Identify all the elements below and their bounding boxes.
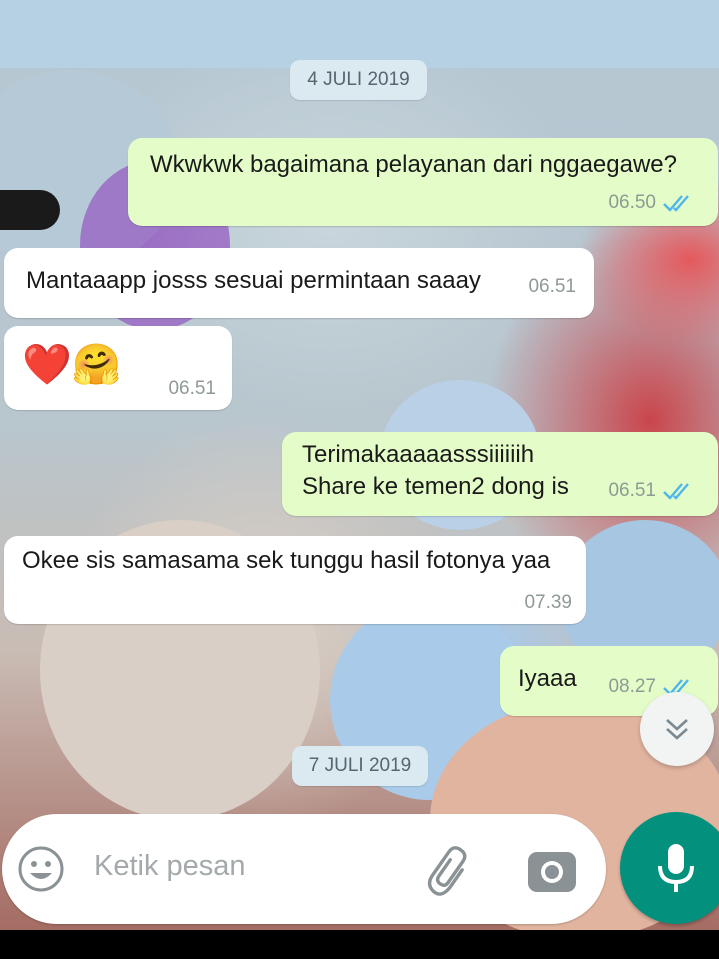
message-bubble-incoming[interactable]: Mantaaapp josss sesuai permintaan saaay … (4, 248, 594, 318)
chat-screen: 4 JULI 2019 Wkwkwk bagaimana pelayanan d… (0, 0, 719, 930)
message-bubble-outgoing[interactable]: Terimakaaaaasssiiiiiih Share ke temen2 d… (282, 432, 718, 516)
emoji-icon[interactable] (16, 844, 66, 894)
message-text: Wkwkwk bagaimana pelayanan dari nggaegaw… (150, 151, 677, 178)
message-time: 06.50 (608, 192, 656, 213)
date-chip: 7 JULI 2019 (292, 746, 428, 786)
message-line: Terimakaaaaasssiiiiiih (302, 441, 535, 468)
message-line: Share ke temen2 dong is (302, 473, 569, 500)
double-chevron-down-icon (666, 719, 688, 740)
message-meta: 06.50 (608, 192, 696, 214)
message-text: Okee sis samasama sek tunggu hasil foton… (22, 547, 551, 574)
message-time: 07.39 (524, 592, 572, 613)
system-bottom-bar (0, 930, 719, 959)
read-ticks-icon (663, 195, 689, 212)
message-meta: 06.51 (608, 480, 696, 502)
scroll-to-bottom-button[interactable] (640, 692, 714, 766)
message-bubble-incoming[interactable]: ❤️🤗 06.51 (4, 326, 232, 410)
message-time: 08.27 (608, 676, 656, 697)
message-bubble-incoming[interactable]: Okee sis samasama sek tunggu hasil foton… (4, 536, 586, 624)
camera-icon[interactable] (524, 846, 580, 896)
emoji-message: ❤️🤗 (22, 343, 122, 387)
message-time: 06.51 (168, 378, 216, 399)
read-ticks-icon (663, 483, 689, 500)
top-band (0, 0, 719, 68)
message-time: 06.51 (528, 276, 576, 297)
message-time: 06.51 (608, 480, 656, 501)
message-input[interactable]: Ketik pesan (94, 850, 246, 883)
message-composer: Ketik pesan (2, 814, 606, 924)
date-chip: 4 JULI 2019 (290, 60, 427, 100)
attach-icon[interactable] (422, 842, 478, 898)
message-text: Iyaaa (518, 665, 577, 692)
message-text: Mantaaapp josss sesuai permintaan saaay (26, 267, 481, 294)
mic-icon (658, 844, 694, 892)
message-bubble-outgoing[interactable]: Wkwkwk bagaimana pelayanan dari nggaegaw… (128, 138, 718, 226)
